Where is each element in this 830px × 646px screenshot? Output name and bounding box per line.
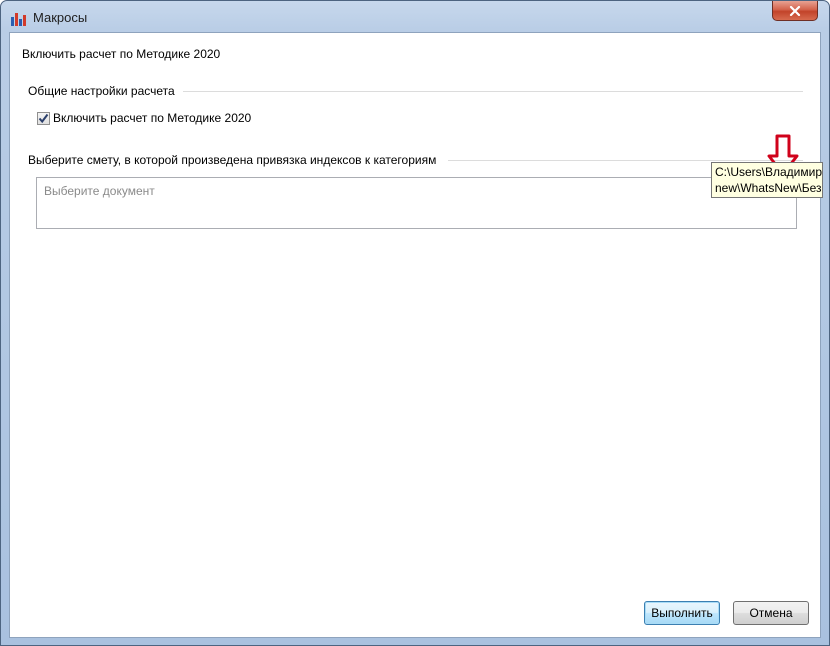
macros-dialog: Макросы Включить расчет по Методике 2020…	[0, 0, 830, 646]
dialog-body: Включить расчет по Методике 2020 Общие н…	[9, 32, 821, 638]
group-divider	[180, 91, 803, 92]
select-divider	[448, 160, 803, 161]
general-settings-title: Общие настройки расчета	[28, 84, 183, 98]
cancel-button[interactable]: Отмена	[733, 601, 809, 625]
select-estimate-title: Выберите смету, в которой произведена пр…	[28, 153, 443, 167]
tooltip-line-2: new\WhatsNew\Без	[715, 181, 822, 195]
macro-app-icon	[10, 10, 26, 26]
checkmark-icon	[38, 113, 49, 123]
enable-method-checkbox-label: Включить расчет по Методике 2020	[53, 111, 252, 125]
method-header-label: Включить расчет по Методике 2020	[22, 47, 221, 61]
tooltip-line-1: C:\Users\Владимир	[715, 165, 823, 179]
document-picker-placeholder: Выберите документ	[44, 184, 155, 198]
enable-method-checkbox[interactable]	[37, 111, 50, 125]
document-picker[interactable]: Выберите документ	[36, 177, 797, 229]
execute-button[interactable]: Выполнить	[644, 601, 720, 625]
enable-method-checkbox-row[interactable]: Включить расчет по Методике 2020	[37, 111, 251, 125]
path-tooltip: C:\Users\Владимир new\WhatsNew\Без	[711, 162, 823, 198]
close-icon	[789, 5, 801, 16]
close-button[interactable]	[772, 1, 818, 21]
title-bar[interactable]: Макросы	[1, 1, 829, 33]
window-title: Макросы	[33, 10, 88, 25]
